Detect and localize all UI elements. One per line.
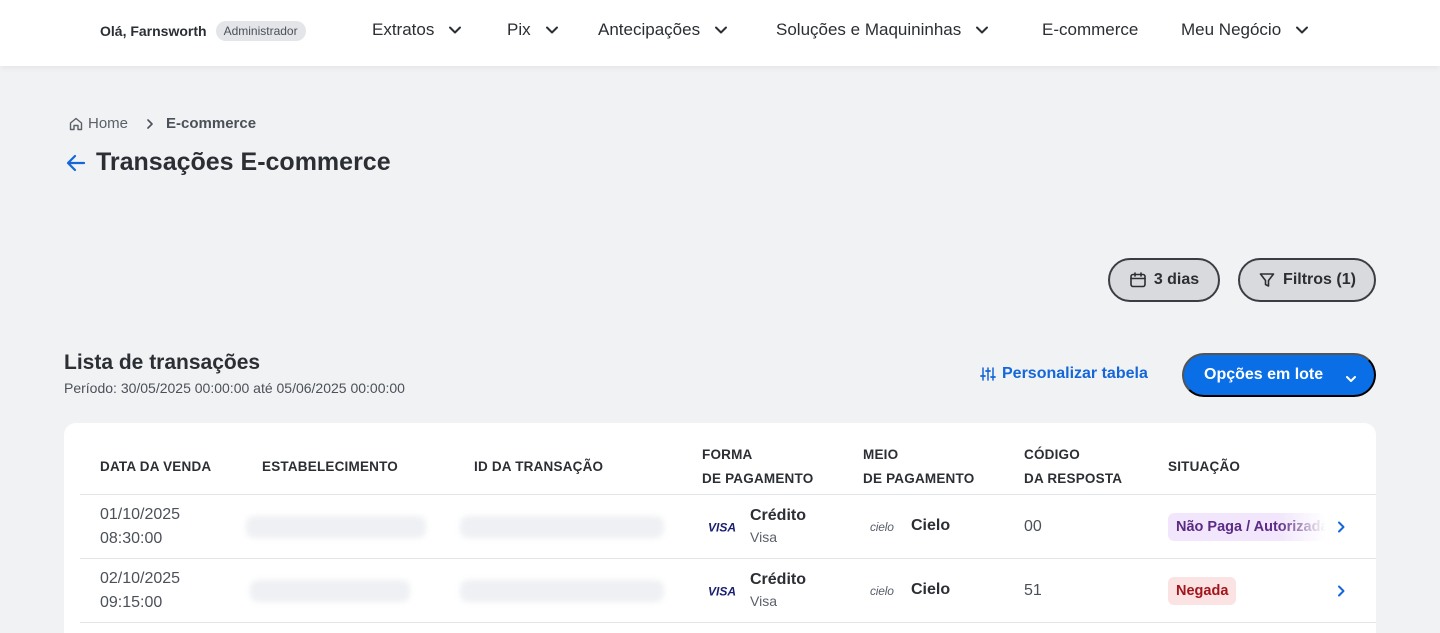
column-header-response-code[interactable]: CÓDIGO DA RESPOSTA xyxy=(1024,443,1122,491)
response-code: 00 xyxy=(1024,518,1042,535)
sale-date: 01/10/2025 xyxy=(100,506,181,523)
column-header-line: ID DA TRANSAÇÃO xyxy=(474,459,604,474)
breadcrumb-home-link[interactable]: Home xyxy=(68,115,128,132)
nav-item-label: Meu Negócio xyxy=(1181,20,1282,39)
chevron-down-icon xyxy=(1296,26,1309,34)
customize-table-label: Personalizar tabela xyxy=(1002,365,1148,382)
column-header-establishment[interactable]: ESTABELECIMENTO xyxy=(262,455,398,479)
svg-text:VISA: VISA xyxy=(708,585,736,597)
column-header-transaction-id[interactable]: ID DA TRANSAÇÃO xyxy=(474,455,603,479)
cielo-logo-icon: cielo xyxy=(870,520,894,534)
blurred-establishment xyxy=(250,580,410,602)
sliders-icon xyxy=(980,367,996,381)
visa-logo-icon: VISA xyxy=(708,521,736,533)
response-code: 51 xyxy=(1024,582,1042,599)
nav-item-label: Extratos xyxy=(372,20,435,39)
status-badge: Negada xyxy=(1168,577,1237,605)
breadcrumb-home-label: Home xyxy=(88,115,129,132)
transactions-list-title: Lista de transações xyxy=(64,351,261,374)
nav-item-antecipacoes[interactable]: Antecipações xyxy=(598,20,730,40)
cielo-logo-icon: cielo xyxy=(870,584,894,598)
column-header-line: FORMA xyxy=(702,447,753,462)
nav-item-meu-negocio[interactable]: Meu Negócio xyxy=(1181,20,1311,40)
nav-item-solucoes-maquininhas[interactable]: Soluções e Maquininhas xyxy=(776,20,991,40)
header-divider xyxy=(80,494,1376,495)
column-header-line: DE PAGAMENTO xyxy=(863,471,975,486)
row-divider xyxy=(80,622,1376,623)
column-header-sale-date[interactable]: DATA DA VENDA xyxy=(100,455,211,479)
page-title-row: Transações E-commerce xyxy=(64,148,391,177)
role-badge: Administrador xyxy=(215,21,306,41)
nav-item-label: Antecipações xyxy=(598,20,701,39)
top-navigation-bar: Olá, Farnsworth Administrador Extratos P… xyxy=(0,0,1440,66)
breadcrumb: Home E-commerce xyxy=(68,115,256,132)
calendar-icon xyxy=(1130,272,1146,288)
column-header-line: DA RESPOSTA xyxy=(1024,471,1123,486)
svg-text:VISA: VISA xyxy=(708,521,736,533)
column-header-payment-form[interactable]: FORMA DE PAGAMENTO xyxy=(702,443,813,491)
nav-item-label: Pix xyxy=(507,20,531,39)
nav-item-pix[interactable]: Pix xyxy=(507,20,561,40)
home-icon xyxy=(69,117,83,130)
visa-logo-icon: VISA xyxy=(708,585,736,597)
user-greeting: Olá, Farnsworth Administrador xyxy=(100,21,306,41)
sale-time: 09:15:00 xyxy=(100,594,163,611)
nav-item-label: E-commerce xyxy=(1042,20,1139,39)
bulk-options-label: Opções em lote xyxy=(1204,366,1324,383)
column-header-status[interactable]: SITUAÇÃO xyxy=(1168,455,1240,479)
acquirer-name: Cielo xyxy=(911,581,951,598)
date-range-button[interactable]: 3 dias xyxy=(1108,258,1220,302)
customize-table-link[interactable]: Personalizar tabela xyxy=(980,365,1148,383)
back-arrow-icon[interactable] xyxy=(64,151,88,175)
nav-item-label: Soluções e Maquininhas xyxy=(776,20,962,39)
filters-label: Filtros (1) xyxy=(1283,271,1356,288)
chevron-down-icon xyxy=(545,26,558,34)
chevron-right-icon xyxy=(144,118,156,130)
nav-item-ecommerce[interactable]: E-commerce xyxy=(1042,20,1138,40)
column-header-line: ESTABELECIMENTO xyxy=(262,459,399,474)
chevron-down-icon xyxy=(976,26,989,34)
column-header-line: DATA DA VENDA xyxy=(100,459,212,474)
column-header-line: DE PAGAMENTO xyxy=(702,471,814,486)
payment-brand: Visa xyxy=(750,529,777,545)
blurred-transaction-id xyxy=(460,580,664,602)
blurred-transaction-id xyxy=(460,516,664,538)
chevron-down-icon xyxy=(449,26,462,34)
acquirer-name: Cielo xyxy=(911,517,951,534)
row-divider xyxy=(80,558,1376,559)
transactions-period: Período: 30/05/2025 00:00:00 até 05/06/2… xyxy=(64,380,405,396)
breadcrumb-current: E-commerce xyxy=(166,115,257,132)
chevron-down-icon xyxy=(1346,376,1356,382)
filters-button[interactable]: Filtros (1) xyxy=(1238,258,1376,302)
chevron-down-icon xyxy=(715,26,728,34)
date-range-label: 3 dias xyxy=(1153,271,1200,288)
page-title: Transações E-commerce xyxy=(96,148,391,176)
sale-time: 08:30:00 xyxy=(100,530,163,547)
payment-type: Crédito xyxy=(750,571,806,588)
chevron-right-icon[interactable] xyxy=(1333,583,1349,599)
bulk-options-button[interactable]: Opções em lote xyxy=(1182,353,1376,397)
greeting-text: Olá, Farnsworth xyxy=(100,23,207,39)
sale-date: 02/10/2025 xyxy=(100,570,181,587)
payment-brand: Visa xyxy=(750,593,777,609)
column-header-line: CÓDIGO xyxy=(1024,447,1080,462)
column-header-line: SITUAÇÃO xyxy=(1168,459,1241,474)
nav-item-extratos[interactable]: Extratos xyxy=(372,20,464,40)
filter-icon xyxy=(1259,273,1275,287)
payment-type: Crédito xyxy=(750,507,806,524)
chevron-right-icon[interactable] xyxy=(1333,519,1349,535)
blurred-establishment xyxy=(246,516,426,538)
transactions-table: DATA DA VENDA ESTABELECIMENTO ID DA TRAN… xyxy=(64,423,1376,633)
column-header-payment-method[interactable]: MEIO DE PAGAMENTO xyxy=(863,443,974,491)
status-badge: Não Paga / Autorizada xyxy=(1168,513,1326,541)
column-header-line: MEIO xyxy=(863,447,899,462)
